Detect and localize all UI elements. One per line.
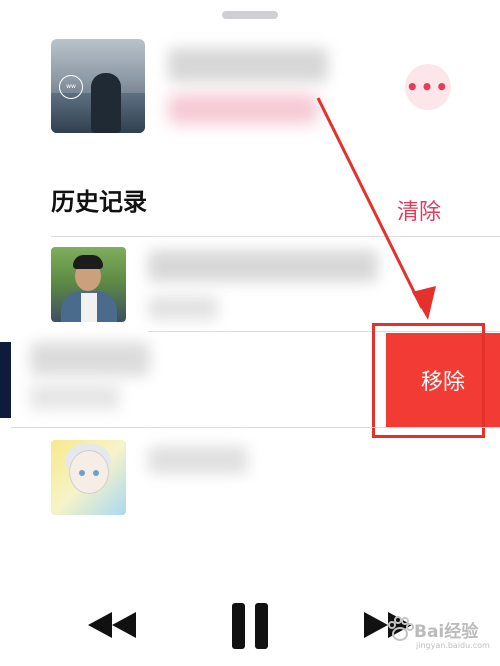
previous-button[interactable] (86, 610, 138, 640)
rewind-icon (88, 612, 136, 638)
clear-button[interactable]: 清除 (397, 194, 441, 226)
watermark-url: jingyan.baidu.com (416, 641, 490, 650)
paw-logo-icon (388, 616, 414, 641)
annotation-highlight-box (372, 323, 485, 438)
artwork-figure (91, 73, 121, 133)
pause-icon (232, 603, 268, 649)
watermark: Bai经验 jingyan.baidu.com (384, 609, 494, 657)
more-dots-icon: ••• (405, 75, 451, 99)
item-title-blurred (148, 250, 378, 282)
item-title-blurred (30, 342, 150, 376)
item-artist-blurred (148, 296, 218, 320)
item-artist-blurred (30, 384, 120, 410)
now-playing-title-blurred (168, 48, 328, 82)
watermark-text: Bai经验 (414, 622, 479, 642)
now-playing-artist-blurred (168, 94, 318, 124)
anime-artwork-thumbnail (51, 440, 126, 515)
history-title: 历史记录 (51, 188, 147, 216)
now-playing-artwork[interactable]: ww (51, 39, 145, 133)
pause-button[interactable] (231, 602, 269, 650)
artist-photo-thumbnail (51, 247, 126, 322)
item-title-blurred (148, 446, 248, 474)
sheet-grabber[interactable] (222, 11, 278, 19)
artwork-logo: ww (59, 75, 83, 99)
artwork-edge (0, 342, 11, 418)
more-button[interactable]: ••• (405, 64, 451, 110)
